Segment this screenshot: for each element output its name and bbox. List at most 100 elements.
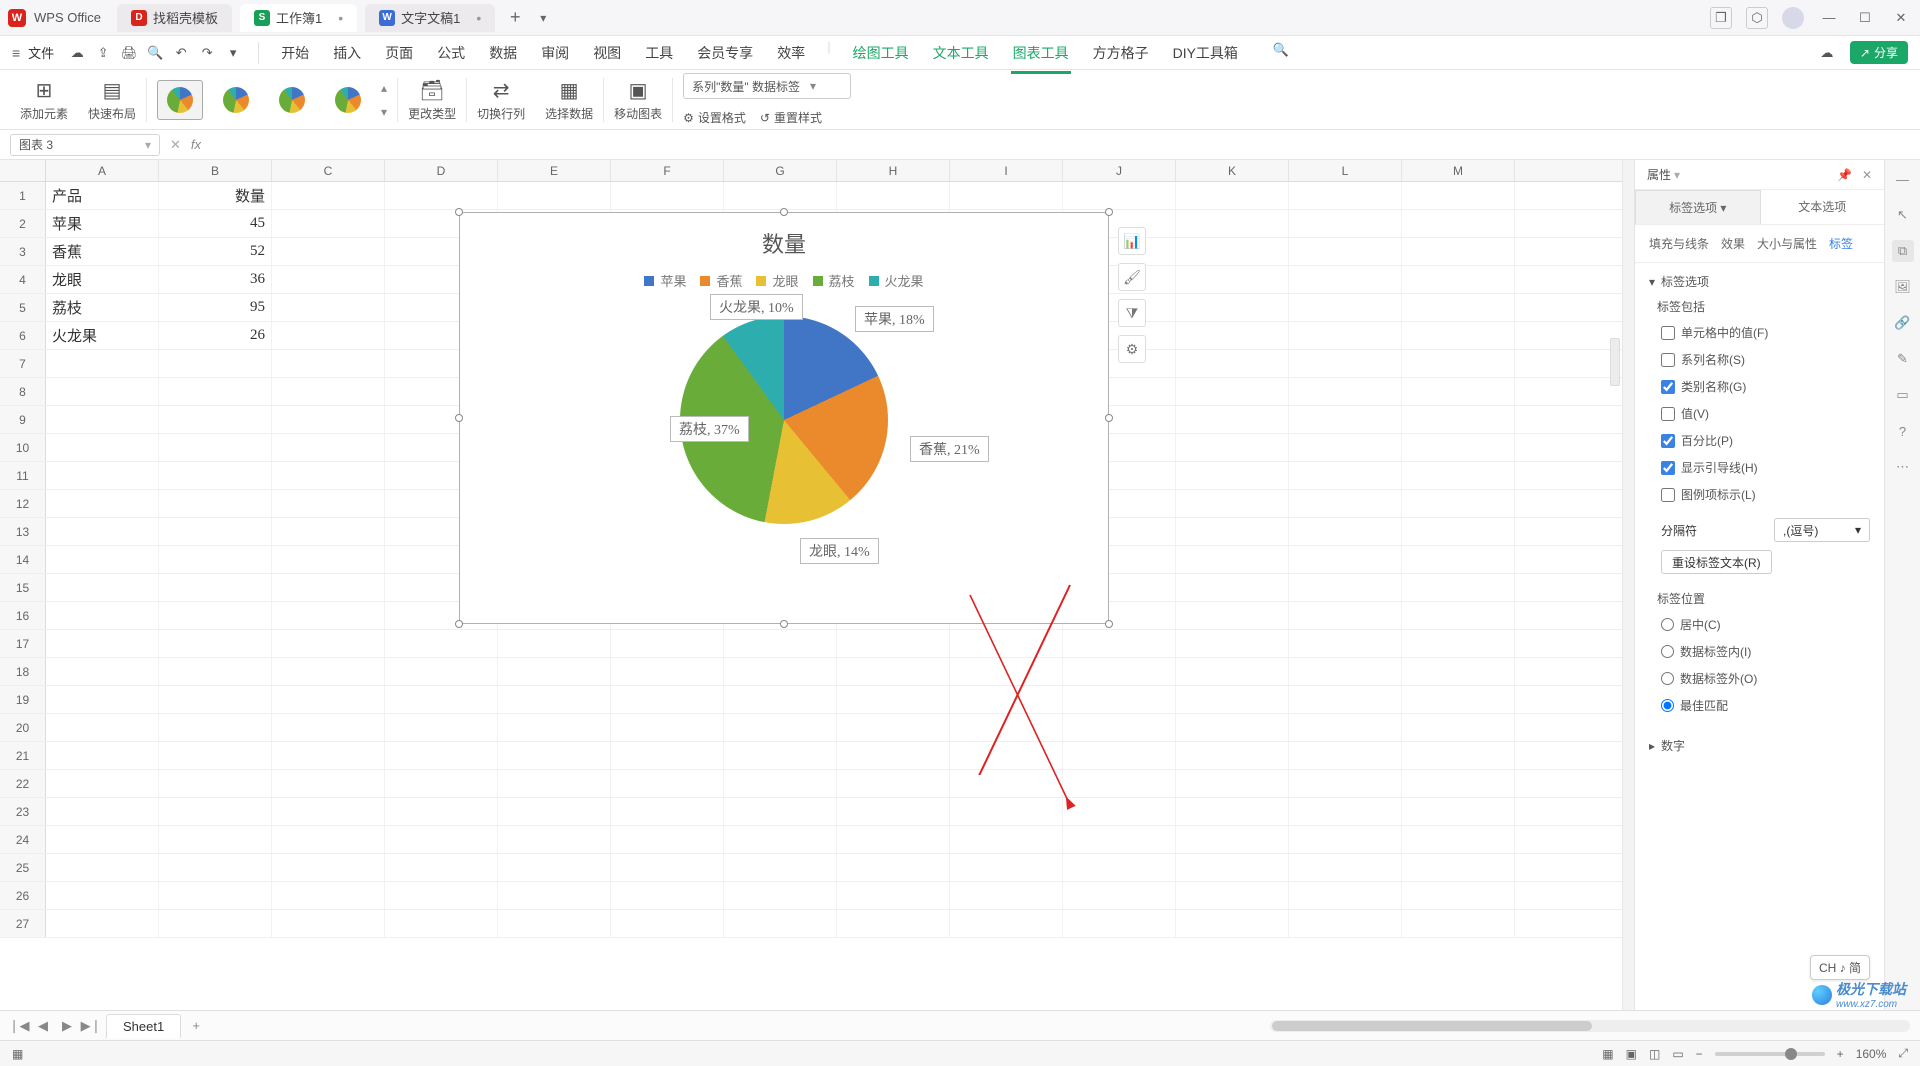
sheet-tab[interactable]: Sheet1 bbox=[106, 1014, 181, 1038]
cell[interactable] bbox=[1402, 658, 1515, 685]
col-header[interactable]: D bbox=[385, 160, 498, 181]
cell[interactable] bbox=[1402, 826, 1515, 853]
cell[interactable] bbox=[159, 714, 272, 741]
menu-fanggezi[interactable]: 方方格子 bbox=[1091, 39, 1151, 67]
view-normal-icon[interactable]: ▦ bbox=[1602, 1047, 1613, 1061]
cell[interactable] bbox=[498, 770, 611, 797]
cell[interactable] bbox=[1402, 742, 1515, 769]
comment-icon[interactable]: ✎ bbox=[1892, 348, 1914, 370]
cell[interactable] bbox=[1176, 378, 1289, 405]
cell[interactable] bbox=[1289, 462, 1402, 489]
cell[interactable] bbox=[1402, 294, 1515, 321]
row-header[interactable]: 2 bbox=[0, 210, 46, 237]
cell[interactable] bbox=[498, 854, 611, 881]
cell[interactable] bbox=[837, 770, 950, 797]
label-option[interactable]: 百分比(P) bbox=[1649, 427, 1870, 454]
cell[interactable] bbox=[272, 798, 385, 825]
cell[interactable] bbox=[1289, 882, 1402, 909]
cell[interactable] bbox=[46, 574, 159, 601]
cell[interactable] bbox=[159, 630, 272, 657]
cell[interactable] bbox=[46, 910, 159, 937]
cell[interactable] bbox=[385, 770, 498, 797]
quick-layout-button[interactable]: ▤ 快速布局 bbox=[78, 70, 146, 129]
undo-icon[interactable]: ↶ bbox=[170, 42, 192, 64]
row-header[interactable]: 27 bbox=[0, 910, 46, 937]
cell[interactable] bbox=[1289, 546, 1402, 573]
cell[interactable] bbox=[1176, 182, 1289, 209]
cell[interactable] bbox=[1176, 434, 1289, 461]
cell[interactable] bbox=[1402, 406, 1515, 433]
cell[interactable] bbox=[272, 266, 385, 293]
cell[interactable]: 数量 bbox=[159, 182, 272, 209]
cell[interactable] bbox=[1402, 182, 1515, 209]
row-header[interactable]: 7 bbox=[0, 350, 46, 377]
select-data-button[interactable]: ▦选择数据 bbox=[535, 70, 603, 129]
cell[interactable] bbox=[724, 882, 837, 909]
cell[interactable] bbox=[1289, 714, 1402, 741]
cell[interactable] bbox=[1176, 266, 1289, 293]
position-option[interactable]: 居中(C) bbox=[1649, 611, 1870, 638]
data-label[interactable]: 火龙果, 10% bbox=[710, 294, 803, 320]
cell[interactable] bbox=[159, 378, 272, 405]
style-thumb[interactable] bbox=[157, 80, 203, 120]
cell[interactable] bbox=[950, 854, 1063, 881]
cell[interactable] bbox=[159, 546, 272, 573]
close-window-icon[interactable]: ✕ bbox=[1890, 7, 1912, 29]
cell[interactable] bbox=[46, 518, 159, 545]
cell[interactable] bbox=[1176, 546, 1289, 573]
cell[interactable] bbox=[1176, 686, 1289, 713]
cell[interactable] bbox=[159, 658, 272, 685]
chart-elements-icon[interactable]: 📊 bbox=[1118, 227, 1146, 255]
menu-drawtools[interactable]: 绘图工具 bbox=[851, 39, 911, 67]
row-header[interactable]: 8 bbox=[0, 378, 46, 405]
layers-icon[interactable]: 🖼 bbox=[1892, 276, 1914, 298]
cell[interactable] bbox=[159, 462, 272, 489]
cell[interactable] bbox=[1402, 714, 1515, 741]
select-icon[interactable]: ↖ bbox=[1892, 204, 1914, 226]
cell[interactable]: 95 bbox=[159, 294, 272, 321]
cell[interactable] bbox=[611, 182, 724, 209]
subtab-size[interactable]: 大小与属性 bbox=[1757, 235, 1817, 252]
export-icon[interactable]: ⇪ bbox=[92, 42, 114, 64]
cell[interactable] bbox=[272, 574, 385, 601]
view-reading-icon[interactable]: ▭ bbox=[1672, 1047, 1683, 1061]
last-sheet-icon[interactable]: ▶❘ bbox=[82, 1017, 100, 1035]
cell[interactable]: 荔枝 bbox=[46, 294, 159, 321]
radio[interactable] bbox=[1661, 618, 1674, 631]
cell[interactable] bbox=[1176, 322, 1289, 349]
cell[interactable] bbox=[837, 658, 950, 685]
cell[interactable]: 苹果 bbox=[46, 210, 159, 237]
chart-title[interactable]: 数量 bbox=[460, 227, 1108, 259]
add-element-button[interactable]: ⊞ 添加元素 bbox=[10, 70, 78, 129]
label-option[interactable]: 单元格中的值(F) bbox=[1649, 319, 1870, 346]
zoom-slider[interactable] bbox=[1715, 1052, 1825, 1056]
cell[interactable] bbox=[1402, 546, 1515, 573]
cell[interactable] bbox=[46, 546, 159, 573]
cell[interactable] bbox=[1176, 770, 1289, 797]
section-number[interactable]: ▸ 数字 bbox=[1649, 737, 1870, 754]
cell[interactable] bbox=[1402, 854, 1515, 881]
file-menu[interactable]: 文件 bbox=[28, 43, 54, 62]
series-combo[interactable]: 系列"数量" 数据标签▾ bbox=[683, 73, 851, 99]
checkbox[interactable] bbox=[1661, 461, 1675, 475]
row-header[interactable]: 24 bbox=[0, 826, 46, 853]
cell[interactable] bbox=[1289, 826, 1402, 853]
cell[interactable] bbox=[611, 798, 724, 825]
fullscreen-icon[interactable]: ⤢ bbox=[1898, 1046, 1908, 1061]
cell[interactable] bbox=[1176, 238, 1289, 265]
radio[interactable] bbox=[1661, 645, 1674, 658]
checkbox[interactable] bbox=[1661, 380, 1675, 394]
cell[interactable] bbox=[611, 770, 724, 797]
resize-handle[interactable] bbox=[1105, 414, 1113, 422]
data-label[interactable]: 苹果, 18% bbox=[855, 306, 934, 332]
row-header[interactable]: 13 bbox=[0, 518, 46, 545]
cell[interactable] bbox=[1289, 742, 1402, 769]
checkbox[interactable] bbox=[1661, 434, 1675, 448]
checkbox[interactable] bbox=[1661, 407, 1675, 421]
cell[interactable] bbox=[611, 742, 724, 769]
name-box[interactable]: 图表 3▾ bbox=[10, 134, 160, 156]
row-header[interactable]: 10 bbox=[0, 434, 46, 461]
gallery-nav[interactable]: ▴▾ bbox=[381, 81, 387, 119]
new-tab-button[interactable]: + bbox=[503, 6, 527, 30]
redo-icon[interactable]: ↷ bbox=[196, 42, 218, 64]
